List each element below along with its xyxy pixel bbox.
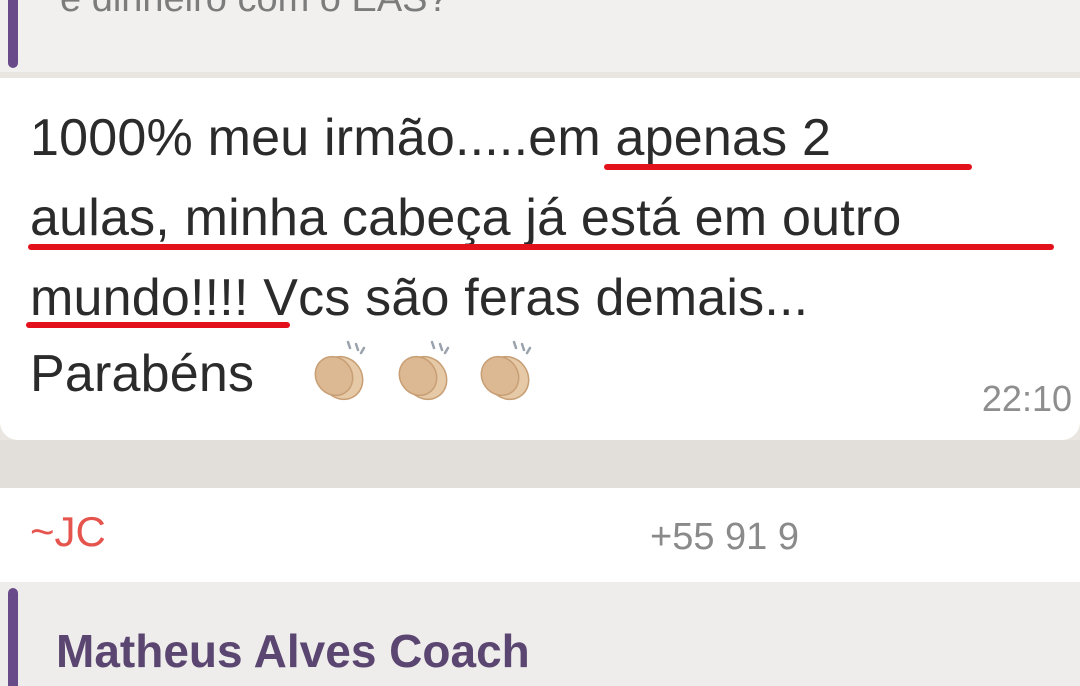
highlight-underline [26, 322, 290, 328]
clapping-hands-icon [314, 340, 366, 401]
quoted-message-text: e dinheiro com o EAS? [60, 0, 449, 21]
quoted-message-top[interactable]: e dinheiro com o EAS? [0, 0, 1080, 72]
clapping-hands-icon [398, 340, 450, 401]
redaction-mask [826, 514, 1080, 564]
highlight-underline [28, 244, 1054, 250]
clapping-hands-icon [480, 340, 532, 401]
quote-accent-bar [8, 0, 18, 68]
message-line-2: aulas, minha cabeça já está em outro [30, 189, 902, 247]
highlight-underline [604, 164, 972, 170]
message-timestamp: 22:10 [981, 378, 1072, 419]
quoted-author-name: Matheus Alves Coach [56, 625, 530, 677]
sender-name[interactable]: ~JC [30, 508, 106, 556]
sender-phone: +55 91 9 [650, 516, 799, 558]
message-line-4: Parabéns [30, 345, 255, 403]
chat-background [0, 440, 1080, 488]
message-line-3: mundo!!!! Vcs são feras demais... [30, 269, 809, 327]
quote-accent-bar [8, 588, 18, 686]
message-line-1: 1000% meu irmão.....em apenas 2 [30, 109, 832, 167]
